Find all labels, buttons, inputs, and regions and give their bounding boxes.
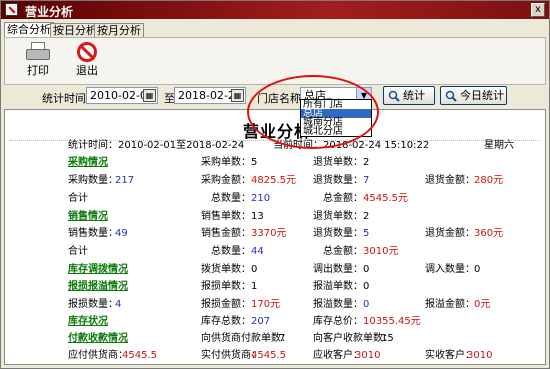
loss-qty-label: 报损数量：	[68, 299, 118, 310]
start-date-field[interactable]: 2010-02-01 ▦	[86, 87, 158, 104]
overflow-count: 0	[363, 281, 370, 292]
weekday: 星期六	[484, 140, 514, 151]
loss-count: 1	[251, 281, 258, 292]
section-loss[interactable]: 报损报溢情况	[68, 281, 128, 293]
section-stock[interactable]: 库存状况	[68, 316, 108, 328]
transfer-in: 0	[474, 264, 481, 275]
customer-receipts: 15	[381, 333, 394, 344]
sales-return-amount: 360元	[474, 228, 504, 239]
transfer-in-label: 调入数量：	[425, 264, 475, 275]
tab-monthly-analysis[interactable]: 按月分析	[94, 23, 144, 38]
sales-amount-label: 销售金额：	[201, 228, 251, 239]
highlight-circle	[247, 75, 379, 149]
payable: 4545.5	[122, 350, 157, 361]
purchase-return-qty: 7	[363, 175, 370, 186]
sales-qty-label: 销售数量：	[68, 228, 118, 239]
loss-amount: 170元	[251, 299, 281, 310]
sales-total-qty-label: 总数量：	[211, 246, 251, 257]
transfer-out: 0	[363, 264, 370, 275]
time-label: 统计时间:	[42, 92, 90, 105]
exit-button[interactable]: 退出	[65, 40, 109, 78]
print-label: 打印	[27, 64, 49, 77]
sales-qty: 49	[115, 228, 128, 239]
calendar-icon[interactable]: ▦	[143, 89, 156, 102]
transfer-out-label: 调出数量：	[313, 264, 363, 275]
magnifier-icon	[388, 90, 400, 102]
overflow-amount-label: 报溢金额：	[425, 299, 475, 310]
receivable: 3010	[355, 350, 381, 361]
purchase-return-amount-label: 退货金额：	[425, 175, 475, 186]
purchase-total-qty: 210	[251, 193, 271, 204]
purchase-amount-label: 采购金额：	[201, 175, 251, 186]
section-transfer[interactable]: 库存调拨情况	[68, 264, 128, 276]
purchase-count-label: 采购单数：	[201, 157, 251, 168]
window-title: 营业分析	[25, 5, 74, 19]
paid: 4545.5	[251, 350, 286, 361]
app-icon	[5, 3, 18, 16]
today-stats-button[interactable]: 今日统计	[440, 86, 507, 105]
section-payments[interactable]: 付款收款情况	[68, 333, 128, 345]
overflow-amount: 0元	[474, 299, 491, 310]
section-purchase[interactable]: 采购情况	[68, 157, 108, 169]
transfer-count-label: 拨货单数：	[201, 264, 251, 275]
transfer-count: 0	[251, 264, 258, 275]
sales-total-label: 合计	[68, 246, 88, 257]
end-date-field[interactable]: 2018-02-24 ▦	[174, 87, 246, 104]
purchase-return-count: 2	[363, 157, 370, 168]
loss-qty: 4	[115, 299, 122, 310]
purchase-total-amount: 4545.5元	[363, 193, 408, 204]
stock-qty-label: 库存总数：	[201, 316, 251, 327]
sales-count-label: 销售单数：	[201, 211, 251, 222]
supplier-payments-label: 向供货商付款单数：	[201, 333, 291, 344]
stock-value-label: 库存总价：	[313, 316, 363, 327]
supplier-payments: 7	[279, 333, 286, 344]
purchase-qty: 217	[115, 175, 135, 186]
purchase-return-amount: 280元	[474, 175, 504, 186]
overflow-qty-label: 报溢数量：	[313, 299, 363, 310]
purchase-return-count-label: 退货单数：	[313, 157, 363, 168]
today-stats-button-label: 今日统计	[460, 89, 504, 102]
no-entry-icon	[77, 42, 97, 62]
tab-daily-analysis[interactable]: 按日分析	[50, 23, 100, 38]
sales-total-qty: 44	[251, 246, 264, 257]
section-sales[interactable]: 销售情况	[68, 211, 108, 223]
stock-qty: 207	[251, 316, 271, 327]
payable-label: 应付供货商：	[68, 350, 128, 361]
app-window: 营业分析 x 综合分析 按日分析 按月分析 打印 退出 统计时间: 2010-0…	[0, 0, 550, 369]
sales-return-qty-label: 退货数量：	[313, 228, 363, 239]
sales-count: 13	[251, 211, 264, 222]
loss-count-label: 报损单数：	[201, 281, 251, 292]
received: 3010	[467, 350, 493, 361]
loss-amount-label: 报损金额：	[201, 299, 251, 310]
overflow-qty: 0	[363, 299, 370, 310]
sales-return-count: 2	[363, 211, 370, 222]
purchase-total-amount-label: 总金额：	[323, 193, 363, 204]
exit-label: 退出	[76, 64, 98, 77]
purchase-total-qty-label: 总数量：	[211, 193, 251, 204]
purchase-return-qty-label: 退货数量：	[313, 175, 363, 186]
stats-button[interactable]: 统计	[383, 86, 435, 105]
purchase-amount: 4825.5元	[251, 175, 296, 186]
sales-return-qty: 5	[363, 228, 370, 239]
close-button[interactable]: x	[531, 3, 545, 17]
print-button[interactable]: 打印	[16, 40, 60, 78]
report-period: 统计时间：2010-02-01至2018-02-24	[68, 140, 245, 151]
overflow-count-label: 报溢单数：	[313, 281, 363, 292]
calendar-icon[interactable]: ▦	[231, 89, 244, 102]
sales-total-amount: 3010元	[363, 246, 399, 257]
purchase-count: 5	[251, 157, 258, 168]
stats-button-label: 统计	[403, 89, 425, 102]
sales-return-count-label: 退货单数：	[313, 211, 363, 222]
sales-amount: 3370元	[251, 228, 287, 239]
report-panel: 营业分析 统计时间：2010-02-01至2018-02-24 当前时间：201…	[4, 109, 546, 365]
sales-total-amount-label: 总金额：	[323, 246, 363, 257]
title-bar[interactable]: 营业分析 x	[1, 1, 549, 19]
toolbar: 打印 退出	[4, 37, 546, 85]
magnifier-icon	[445, 90, 457, 102]
purchase-qty-label: 采购数量：	[68, 175, 118, 186]
stock-value: 10355.45元	[363, 316, 421, 327]
sales-return-amount-label: 退货金额：	[425, 228, 475, 239]
printer-icon	[26, 42, 50, 62]
purchase-total-label: 合计	[68, 193, 88, 204]
